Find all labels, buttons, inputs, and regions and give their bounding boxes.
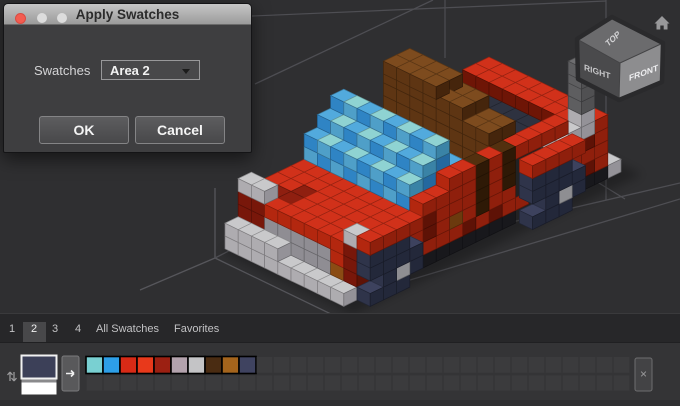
svg-text:×: × <box>640 367 647 381</box>
